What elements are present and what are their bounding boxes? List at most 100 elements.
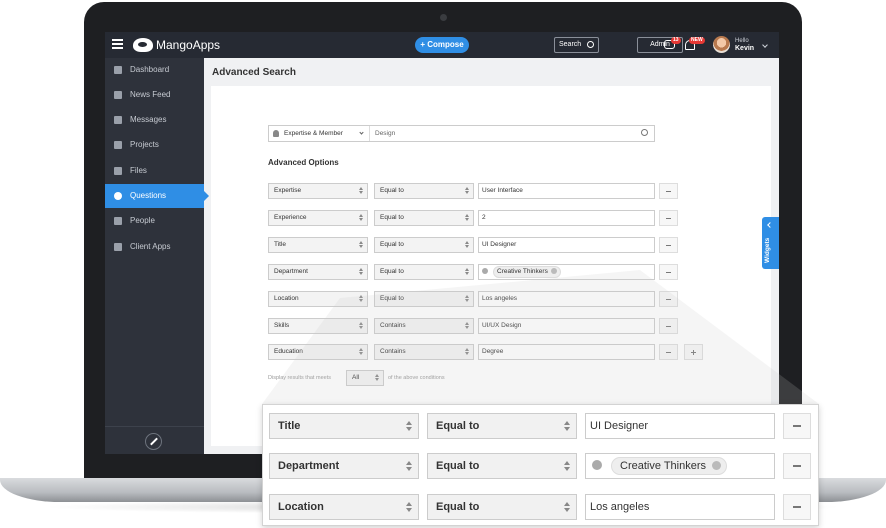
envelope-icon: [114, 116, 122, 124]
avatar[interactable]: [713, 36, 730, 53]
sidebar-item-label: News Feed: [130, 90, 171, 99]
sidebar-item-messages[interactable]: Messages: [105, 108, 204, 132]
remove-row-button[interactable]: [659, 291, 678, 307]
operator-select[interactable]: Contains: [374, 344, 474, 360]
value-input[interactable]: Los angeles: [585, 494, 775, 520]
field-select[interactable]: Expertise: [268, 183, 368, 199]
value-input[interactable]: Creative Thinkers: [478, 264, 655, 280]
field-label: Title: [274, 241, 287, 248]
sidebar-item-projects[interactable]: Projects: [105, 133, 204, 157]
operator-label: Equal to: [436, 501, 480, 513]
brand-logo[interactable]: MangoApps: [133, 37, 220, 53]
value-input[interactable]: Creative Thinkers: [585, 453, 775, 479]
remove-row-button[interactable]: [659, 183, 678, 199]
match-select[interactable]: All: [346, 370, 384, 386]
value-tag[interactable]: Creative Thinkers: [493, 266, 561, 278]
select-arrows-icon: [359, 348, 363, 355]
select-arrows-icon: [359, 295, 363, 302]
chevron-down-icon[interactable]: [359, 130, 364, 135]
remove-row-button[interactable]: [659, 237, 678, 253]
value-input[interactable]: UI Designer: [585, 413, 775, 439]
field-select[interactable]: Education: [268, 344, 368, 360]
sidebar-item-label: Questions: [130, 191, 167, 200]
user-greeting[interactable]: Hello Kevin: [735, 38, 754, 52]
field-select[interactable]: Title: [269, 413, 419, 439]
value-input[interactable]: User Interface: [478, 183, 655, 199]
field-select[interactable]: Location: [269, 494, 419, 520]
widgets-tab[interactable]: Widgets: [762, 217, 779, 269]
compose-button[interactable]: + Compose: [415, 37, 469, 53]
operator-select[interactable]: Equal to: [374, 291, 474, 307]
value-input[interactable]: Los angeles: [478, 291, 655, 307]
value-tag[interactable]: Creative Thinkers: [611, 457, 727, 475]
search-icon[interactable]: [641, 129, 648, 136]
add-row-button[interactable]: [684, 344, 703, 360]
operator-select[interactable]: Equal to: [427, 413, 577, 439]
value-input[interactable]: UI Designer: [478, 237, 655, 253]
remove-row-button[interactable]: [659, 210, 678, 226]
operator-select[interactable]: Contains: [374, 318, 474, 334]
select-arrows-icon: [359, 241, 363, 248]
remove-row-button[interactable]: [659, 264, 678, 280]
field-label: Experience: [274, 214, 307, 221]
search-icon: [587, 41, 594, 48]
sidebar-item-dashboard[interactable]: Dashboard: [105, 58, 204, 82]
operator-select[interactable]: Equal to: [427, 494, 577, 520]
sidebar: Dashboard News Feed Messages Projects Fi…: [105, 58, 209, 454]
select-arrows-icon: [564, 421, 570, 432]
value-input[interactable]: Degree: [478, 344, 655, 360]
chat-badge: 13: [671, 37, 681, 44]
sidebar-item-files[interactable]: Files: [105, 159, 204, 183]
select-arrows-icon: [406, 461, 412, 472]
divider: [369, 126, 370, 141]
remove-row-button[interactable]: [783, 413, 811, 439]
sidebar-item-label: People: [130, 216, 155, 225]
field-select[interactable]: Skills: [268, 318, 368, 334]
sidebar-item-people[interactable]: People: [105, 209, 204, 233]
tag-label: Creative Thinkers: [620, 460, 706, 472]
operator-select[interactable]: Equal to: [374, 264, 474, 280]
field-select[interactable]: Title: [268, 237, 368, 253]
mango-logo-icon: [133, 38, 153, 52]
chevron-down-icon[interactable]: [762, 42, 768, 48]
operator-label: Equal to: [380, 187, 404, 194]
select-arrows-icon: [359, 268, 363, 275]
remove-row-button[interactable]: [783, 494, 811, 520]
sidebar-item-client-apps[interactable]: Client Apps: [105, 235, 204, 259]
search-scope-select[interactable]: Expertise & Member: [284, 126, 343, 141]
close-icon[interactable]: [712, 461, 721, 470]
sidebar-item-news-feed[interactable]: News Feed: [105, 83, 204, 107]
select-arrows-icon: [359, 214, 363, 221]
sidebar-item-label: Client Apps: [130, 242, 171, 251]
sidebar-item-label: Files: [130, 166, 147, 175]
operator-select[interactable]: Equal to: [374, 183, 474, 199]
operator-select[interactable]: Equal to: [374, 237, 474, 253]
display-prefix: Display results that meets: [268, 375, 331, 381]
main-search-bar: Expertise & Member Design: [268, 125, 655, 142]
menu-icon[interactable]: [112, 39, 123, 51]
operator-select[interactable]: Equal to: [374, 210, 474, 226]
select-arrows-icon: [564, 461, 570, 472]
field-label: Location: [278, 501, 324, 513]
operator-label: Equal to: [380, 241, 404, 248]
field-select[interactable]: Department: [268, 264, 368, 280]
remove-row-button[interactable]: [783, 453, 811, 479]
search-button[interactable]: Search: [554, 37, 599, 53]
value-input[interactable]: 2: [478, 210, 655, 226]
operator-select[interactable]: Equal to: [427, 453, 577, 479]
sidebar-item-questions[interactable]: Questions: [105, 184, 209, 208]
user-name: Kevin: [735, 45, 755, 52]
remove-row-button[interactable]: [659, 344, 678, 360]
select-arrows-icon: [359, 187, 363, 194]
close-icon[interactable]: [550, 268, 557, 274]
pencil-icon[interactable]: [145, 433, 162, 450]
field-select[interactable]: Experience: [268, 210, 368, 226]
search-input[interactable]: Design: [375, 126, 395, 141]
field-select[interactable]: Location: [268, 291, 368, 307]
select-arrows-icon: [465, 214, 469, 221]
value-input[interactable]: UI/UX Design: [478, 318, 655, 334]
briefcase-icon: [114, 141, 122, 149]
field-select[interactable]: Department: [269, 453, 419, 479]
remove-row-button[interactable]: [659, 318, 678, 334]
operator-label: Equal to: [380, 268, 404, 275]
